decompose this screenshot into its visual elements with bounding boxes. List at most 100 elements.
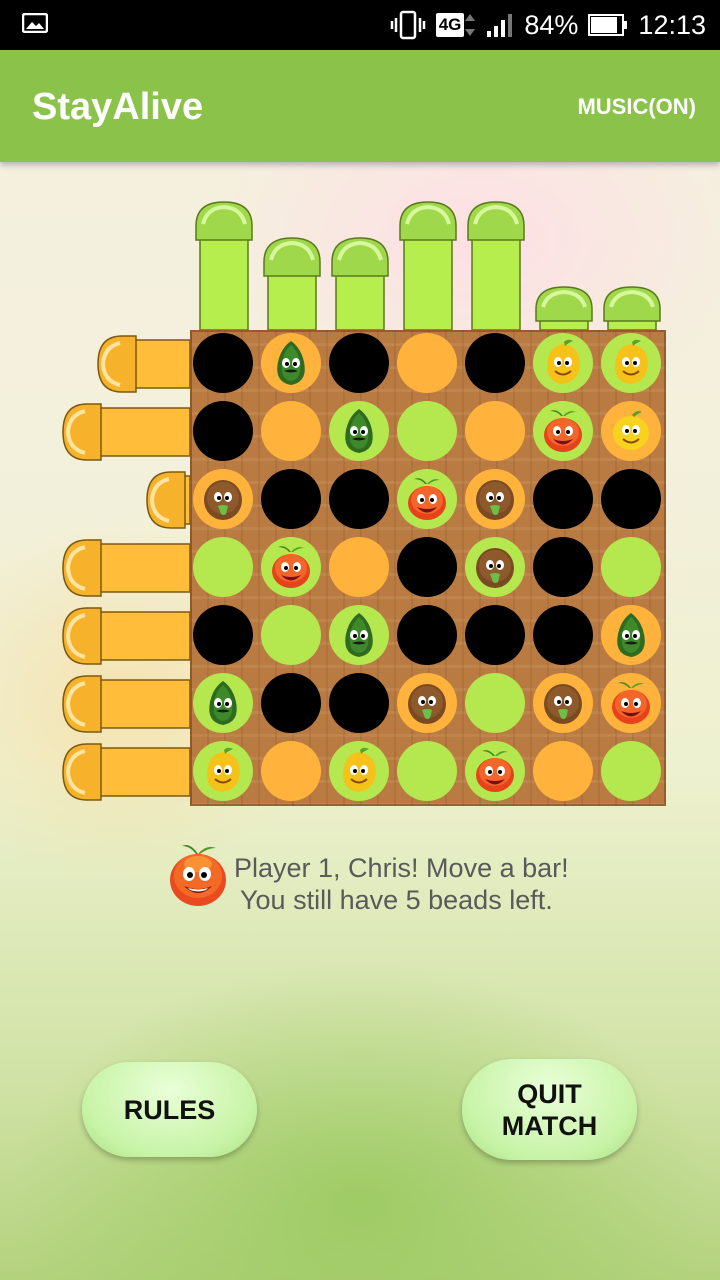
green-bead-mango [329,741,389,801]
orange-bead-avocado [601,605,661,665]
board-hole [193,605,253,665]
orange-bead-apple [601,673,661,733]
mango-icon [547,339,580,384]
board-hole [533,605,593,665]
board-hole [329,333,389,393]
orange-bead-empty [397,333,457,393]
battery-icon [588,14,628,36]
board-hole [397,605,457,665]
vertical-bar-4[interactable] [399,200,457,330]
horizontal-bar-5[interactable] [61,607,190,665]
quit-label-line2: MATCH [501,1110,598,1141]
status-bar: 4G 84% 12:13 [0,0,720,50]
avocado-icon [277,341,305,385]
apple-icon [544,410,582,452]
orange-bead-empty [533,741,593,801]
vertical-bar-2[interactable] [263,236,321,330]
apple-icon [612,682,650,724]
orange-bead-kiwi [193,469,253,529]
mango-icon [207,747,240,792]
green-bead-mango [601,333,661,393]
board-hole [193,333,253,393]
board-hole [465,333,525,393]
clock: 12:13 [638,9,706,40]
green-bead-avocado [193,673,253,733]
turn-message: Player 1, Chris! Move a bar! You still h… [168,840,588,920]
mango-icon [343,747,376,792]
mango-icon [615,339,648,384]
green-bead-empty [601,537,661,597]
quit-match-button-label: QUIT MATCH [502,1078,597,1142]
avocado-icon [345,613,373,657]
board-hole [533,469,593,529]
horizontal-bar-7[interactable] [61,743,190,801]
board-hole [193,401,253,461]
green-bead-empty [601,741,661,801]
vertical-bar-1[interactable] [195,200,253,330]
green-bead-apple [261,537,321,597]
vertical-bar-7[interactable] [603,285,661,330]
green-bead-empty [193,537,253,597]
orange-bead-kiwi [533,673,593,733]
kiwi-icon [408,684,446,724]
horizontal-bar-1[interactable] [96,335,190,393]
rules-button[interactable]: RULES [82,1062,257,1157]
orange-bead-empty [261,741,321,801]
kiwi-icon [476,480,514,520]
apple-icon [272,546,310,588]
green-bead-apple [397,469,457,529]
apple-icon [170,845,226,906]
board-hole [465,605,525,665]
avocado-icon [617,613,645,657]
quit-label-line1: QUIT [517,1078,582,1109]
orange-bead-empty [465,401,525,461]
avocado-icon [345,409,373,453]
vertical-bar-6[interactable] [535,285,593,330]
orange-bead-lemon [601,401,661,461]
kiwi-icon [476,548,514,588]
app-title: StayAlive [32,86,204,128]
lemon-icon [613,411,649,450]
board-hole [397,537,457,597]
green-bead-apple [533,401,593,461]
kiwi-icon [544,684,582,724]
horizontal-bar-6[interactable] [61,675,190,733]
horizontal-bar-2[interactable] [61,403,190,461]
turn-message-line1: Player 1, Chris! Move a bar! [234,853,569,883]
board-hole [533,537,593,597]
board-hole [261,673,321,733]
green-bead-apple [465,741,525,801]
apple-icon [476,750,514,792]
horizontal-bar-3[interactable] [145,471,190,529]
vertical-bar-3[interactable] [331,236,389,330]
vertical-bar-5[interactable] [467,200,525,330]
turn-message-line2: You still have 5 beads left. [240,885,553,915]
gallery-notification-icon [22,13,48,33]
kiwi-icon [204,480,242,520]
music-toggle-button[interactable]: MUSIC(ON) [577,94,696,120]
network-type-badge: 4G [435,12,477,38]
green-bead-empty [261,605,321,665]
app-bar: StayAlive MUSIC(ON) [0,50,720,162]
green-bead-avocado [329,605,389,665]
orange-bead-empty [261,401,321,461]
green-bead-kiwi [465,537,525,597]
avocado-icon [209,681,237,725]
vibrate-icon [390,10,425,40]
board-hole [329,673,389,733]
orange-bead-kiwi [465,469,525,529]
horizontal-bar-4[interactable] [61,539,190,597]
orange-bead-avocado [261,333,321,393]
green-bead-avocado [329,401,389,461]
quit-match-button[interactable]: QUIT MATCH [462,1059,637,1160]
apple-icon [408,478,446,520]
game-board [190,330,666,806]
orange-bead-empty [329,537,389,597]
green-bead-empty [397,401,457,461]
green-bead-mango [193,741,253,801]
board-hole [329,469,389,529]
green-bead-empty [397,741,457,801]
board-hole [601,469,661,529]
board-hole [261,469,321,529]
signal-icon [487,14,513,37]
